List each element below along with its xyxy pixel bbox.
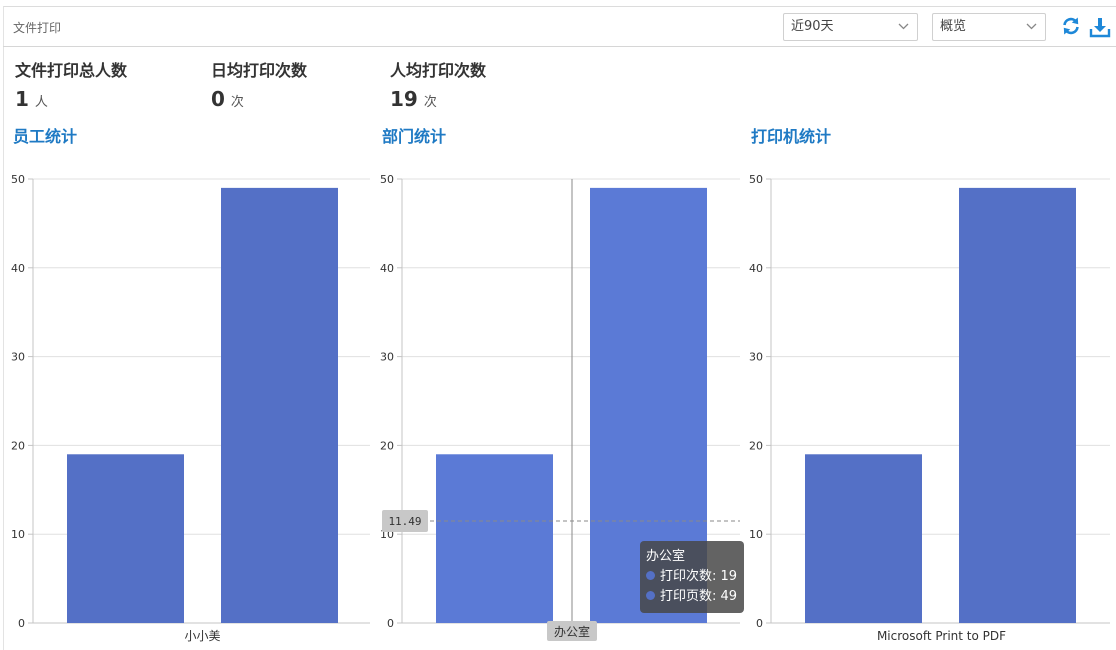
y-tick-label: 40 [380,262,394,275]
tooltip-row: 打印页数: 49 [646,587,738,607]
y-tick-label: 40 [11,262,25,275]
y-tick-label: 20 [380,439,394,452]
x-category-label: Microsoft Print to PDF [877,629,1006,643]
chart-tooltip: 办公室 打印次数: 19 打印页数: 49 [640,541,744,613]
tooltip-title: 办公室 [646,549,686,564]
tooltip-row-text: 打印次数: 19 [660,569,738,584]
y-tick-label: 30 [749,351,763,364]
bar-print-pages [221,187,338,623]
y-tick-label: 30 [11,351,25,364]
y-tick-label: 0 [756,617,763,630]
y-pointer-label: 11.49 [388,515,421,528]
y-tick-label: 20 [11,439,25,452]
y-tick-label: 50 [380,173,394,186]
y-tick-label: 0 [387,617,394,630]
y-tick-label: 50 [11,173,25,186]
y-tick-label: 30 [380,351,394,364]
y-tick-label: 10 [11,528,25,541]
bar-print-pages [959,187,1076,623]
bar-print-count [436,454,553,623]
charts-canvas: 01020304050小小美01020304050办公室11.490102030… [11,173,1110,643]
y-tick-label: 10 [749,528,763,541]
y-tick-label: 20 [749,439,763,452]
bar-print-count [67,454,184,623]
series-dot [646,591,655,600]
tooltip-row-text: 打印页数: 49 [660,589,738,604]
y-tick-label: 0 [18,617,25,630]
series-dot [646,571,655,580]
y-tick-label: 50 [749,173,763,186]
tooltip-row: 打印次数: 19 [646,567,738,587]
bar-print-count [805,454,922,623]
x-category-label: 小小美 [184,629,220,643]
x-pointer-label: 办公室 [554,624,590,639]
y-tick-label: 40 [749,262,763,275]
